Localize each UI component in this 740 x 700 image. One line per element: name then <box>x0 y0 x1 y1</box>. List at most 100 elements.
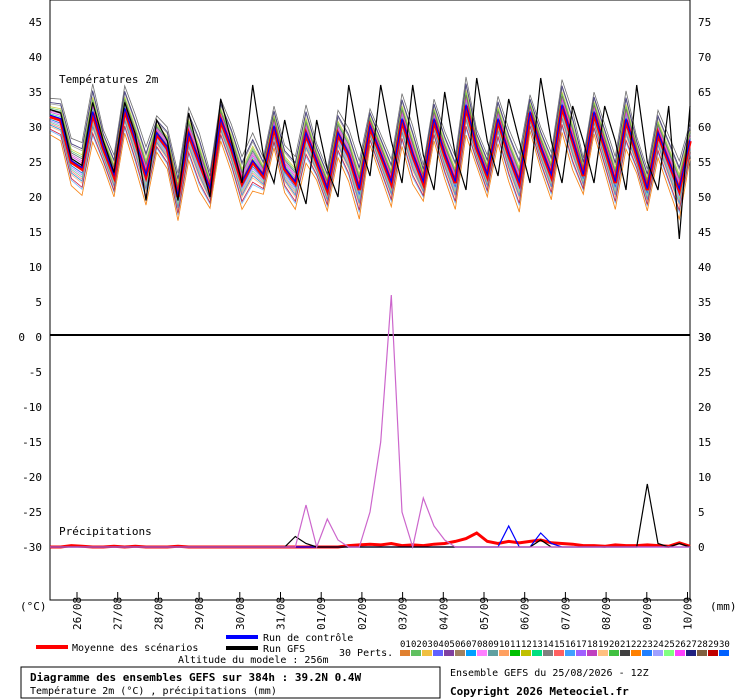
pert-legend-label: 21 <box>620 640 631 650</box>
precip-tick-right: 10 <box>698 471 711 484</box>
pert-legend-label: 18 <box>587 640 598 650</box>
pert-legend-label: 14 <box>543 640 554 650</box>
precip-tick-left: -20 <box>22 471 42 484</box>
date-label: 01/09 <box>315 597 328 630</box>
temp-tick-right: 50 <box>698 191 711 204</box>
temp-tick-right: 60 <box>698 121 711 134</box>
pert-legend-swatch <box>400 650 410 656</box>
pert-legend-label: 23 <box>642 640 653 650</box>
date-label: 07/09 <box>559 597 572 630</box>
precip-tick-left: 0 <box>18 331 25 344</box>
right-axis-unit: (mm) <box>710 600 737 613</box>
temp-tick-left: 10 <box>29 261 42 274</box>
pert-legend-label: 04 <box>433 640 444 650</box>
pert-legend-swatch <box>587 650 597 656</box>
precip-tick-right: 20 <box>698 401 711 414</box>
pert-legend-label: 28 <box>697 640 708 650</box>
pert-legend-swatch <box>609 650 619 656</box>
pert-legend-swatch <box>620 650 630 656</box>
precip-tick-left: -10 <box>22 401 42 414</box>
pert-legend-label: 25 <box>664 640 675 650</box>
date-label: 03/09 <box>397 597 410 630</box>
footer-subtitle: Température 2m (°C) , précipitations (mm… <box>30 685 277 697</box>
pert-legend-label: 30 <box>719 640 730 650</box>
pert-legend-swatch <box>499 650 509 656</box>
temp-tick-left: 15 <box>29 226 42 239</box>
pert-legend-swatch <box>532 650 542 656</box>
pert-legend-label: 26 <box>675 640 686 650</box>
legend-gfs-label: Run GFS <box>263 644 305 655</box>
precip-tick-left: -5 <box>29 366 42 379</box>
footer-ensemble: Ensemble GEFS du 25/08/2026 - 12Z <box>450 668 649 679</box>
precip-panel-title: Précipitations <box>59 525 152 538</box>
pert-legend-label: 05 <box>444 640 455 650</box>
pert-legend-label: 29 <box>708 640 719 650</box>
pert-legend-swatch <box>543 650 553 656</box>
legend-perts-label: 30 Perts. <box>339 648 393 659</box>
date-label: 10/09 <box>682 597 695 630</box>
precip-tick-right: 5 <box>698 506 705 519</box>
pert-legend-label: 07 <box>466 640 477 650</box>
precip-tick-left: -30 <box>22 541 42 554</box>
pert-legend-label: 08 <box>477 640 488 650</box>
precip-tick-right: 25 <box>698 366 711 379</box>
temp-tick-right: 35 <box>698 296 711 309</box>
pert-legend-swatch <box>576 650 586 656</box>
pert-legend-swatch <box>598 650 608 656</box>
date-label: 05/09 <box>478 597 491 630</box>
pert-legend-swatch <box>554 650 564 656</box>
pert-legend-label: 03 <box>422 640 433 650</box>
date-label: 09/09 <box>641 597 654 630</box>
pert-legend-swatch <box>686 650 696 656</box>
temp-panel-title: Températures 2m <box>59 73 159 86</box>
precip-tick-right: 0 <box>698 541 705 554</box>
date-label: 26/08 <box>71 597 84 630</box>
date-label: 02/09 <box>356 597 369 630</box>
date-label: 06/09 <box>519 597 532 630</box>
footer-title: Diagramme des ensembles GEFS sur 384h : … <box>30 671 362 684</box>
pert-legend-swatch <box>521 650 531 656</box>
temp-tick-left: 5 <box>35 296 42 309</box>
temp-tick-right: 70 <box>698 51 711 64</box>
pert-legend-label: 24 <box>653 640 664 650</box>
temp-tick-left: 25 <box>29 156 42 169</box>
precip-series-line <box>50 294 690 550</box>
temp-tick-left: 0 <box>35 331 42 344</box>
footer-copyright: Copyright 2026 Meteociel.fr <box>450 685 629 698</box>
precip-tick-left: -25 <box>22 506 42 519</box>
pert-legend-swatch <box>433 650 443 656</box>
precip-tick-right: 15 <box>698 436 711 449</box>
pert-legend-label: 10 <box>499 640 510 650</box>
pert-legend-swatch <box>664 650 674 656</box>
date-label: 31/08 <box>275 597 288 630</box>
pert-legend-swatch <box>642 650 652 656</box>
pert-legend-label: 19 <box>598 640 609 650</box>
pert-legend-label: 15 <box>554 640 565 650</box>
temp-tick-right: 40 <box>698 261 711 274</box>
date-label: 04/09 <box>437 597 450 630</box>
left-axis-unit: (°C) <box>20 600 47 613</box>
pert-legend-label: 13 <box>532 640 543 650</box>
legend-altitude: Altitude du modele : 256m <box>178 655 329 666</box>
temp-tick-left: 20 <box>29 191 42 204</box>
temp-tick-right: 45 <box>698 226 711 239</box>
pert-legend-swatch <box>631 650 641 656</box>
precip-tick-left: -15 <box>22 436 42 449</box>
pert-legend-label: 20 <box>609 640 620 650</box>
date-label: 29/08 <box>193 597 206 630</box>
pert-legend-swatch <box>565 650 575 656</box>
temp-tick-right: 55 <box>698 156 711 169</box>
pert-legend-label: 06 <box>455 640 466 650</box>
pert-legend-label: 01 <box>400 640 411 650</box>
temp-tick-left: 45 <box>29 16 42 29</box>
pert-legend-swatch <box>653 650 663 656</box>
pert-legend-swatch <box>455 650 465 656</box>
pert-legend-swatch <box>675 650 685 656</box>
legend-mean-label: Moyenne des scénarios <box>72 642 198 654</box>
temp-tick-left: 30 <box>29 121 42 134</box>
pert-legend-swatch <box>444 650 454 656</box>
pert-legend-label: 02 <box>411 640 422 650</box>
pert-legend-label: 16 <box>565 640 576 650</box>
pert-legend-label: 17 <box>576 640 587 650</box>
pert-legend-swatch <box>510 650 520 656</box>
